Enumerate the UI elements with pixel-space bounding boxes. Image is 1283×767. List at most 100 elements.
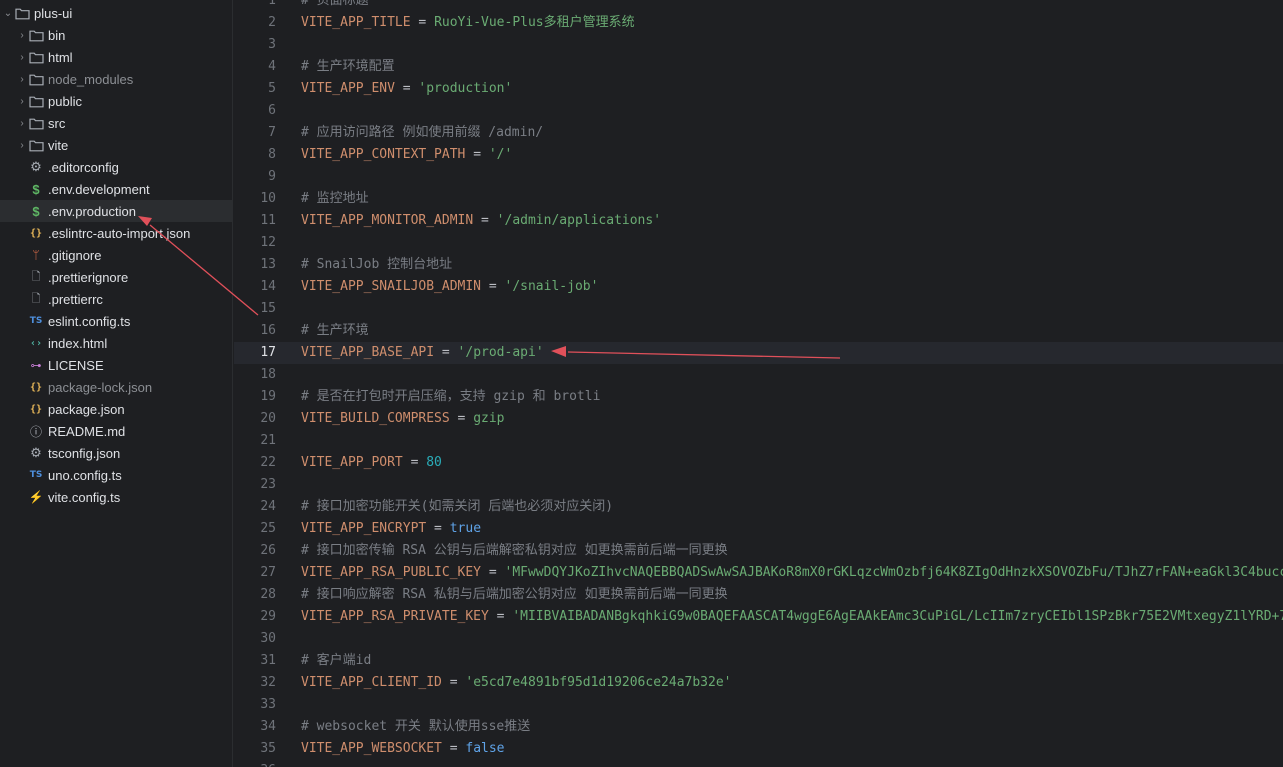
tree-item-src[interactable]: › src	[0, 112, 232, 134]
tree-item-prettierignore[interactable]: 🗋 .prettierignore	[0, 266, 232, 288]
env-key: VITE_APP_BASE_API	[301, 345, 435, 360]
code-line[interactable]: 2 VITE_APP_TITLE = RuoYi-Vue-Plus多租户管理系统	[234, 12, 1283, 34]
tree-item-editorconfig[interactable]: ⚙ .editorconfig	[0, 156, 232, 178]
code-line[interactable]: 30	[234, 628, 1283, 650]
code-line[interactable]: 34 # websocket 开关 默认使用sse推送	[234, 716, 1283, 738]
code-line[interactable]: 36	[234, 760, 1283, 767]
code-text: VITE_APP_CLIENT_ID = 'e5cd7e4891bf95d1d1…	[301, 672, 731, 694]
tree-item-eslintrc-auto-import-json[interactable]: {} .eslintrc-auto-import.json	[0, 222, 232, 244]
code-line[interactable]: 18	[234, 364, 1283, 386]
line-number: 5	[268, 81, 276, 96]
env-value: gzip	[473, 411, 505, 426]
tree-item-eslint-config-ts[interactable]: TS eslint.config.ts	[0, 310, 232, 332]
code-line[interactable]: 6	[234, 100, 1283, 122]
code-line[interactable]: 20 VITE_BUILD_COMPRESS = gzip	[234, 408, 1283, 430]
code-text: # 接口响应解密 RSA 私钥与后端加密公钥对应 如更换需前后端一同更换	[301, 584, 728, 606]
line-number: 30	[260, 631, 276, 646]
chevron-right-icon[interactable]: ›	[16, 74, 28, 85]
tree-item-uno-config-ts[interactable]: TS uno.config.ts	[0, 464, 232, 486]
code-line[interactable]: 8 VITE_APP_CONTEXT_PATH = '/'	[234, 144, 1283, 166]
code-line[interactable]: 24 # 接口加密功能开关(如需关闭 后端也必须对应关闭)	[234, 496, 1283, 518]
code-editor[interactable]: 1 # 页面标题 2 VITE_APP_TITLE = RuoYi-Vue-Plus多…	[234, 0, 1283, 767]
line-number: 29	[260, 609, 276, 624]
code-line[interactable]: 16 # 生产环境	[234, 320, 1283, 342]
line-number: 6	[268, 103, 276, 118]
code-line[interactable]: 10 # 监控地址	[234, 188, 1283, 210]
tree-item-prettierrc[interactable]: 🗋 .prettierrc	[0, 288, 232, 310]
tree-item-label: package.json	[48, 401, 125, 417]
env-key: VITE_APP_ENV	[301, 81, 395, 96]
env-key: VITE_APP_WEBSOCKET	[301, 741, 442, 756]
code-text: VITE_BUILD_COMPRESS = gzip	[301, 408, 505, 430]
code-line[interactable]: 28 # 接口响应解密 RSA 私钥与后端加密公钥对应 如更换需前后端一同更换	[234, 584, 1283, 606]
tree-item-env-production[interactable]: $ .env.production	[0, 200, 232, 222]
code-comment: # 应用访问路径 例如使用前缀 /admin/	[301, 125, 544, 140]
code-line[interactable]: 11 VITE_APP_MONITOR_ADMIN = '/admin/appli…	[234, 210, 1283, 232]
chevron-right-icon[interactable]: ›	[16, 30, 28, 41]
code-line[interactable]: 25 VITE_APP_ENCRYPT = true	[234, 518, 1283, 540]
code-line[interactable]: 29 VITE_APP_RSA_PRIVATE_KEY = 'MIIBVAIBAD…	[234, 606, 1283, 628]
tree-item-env-development[interactable]: $ .env.development	[0, 178, 232, 200]
tree-item-package-json[interactable]: {} package.json	[0, 398, 232, 420]
code-line[interactable]: 9	[234, 166, 1283, 188]
env-value: '/prod-api'	[457, 345, 544, 360]
line-number: 25	[260, 521, 276, 536]
tree-item-public[interactable]: › public	[0, 90, 232, 112]
code-line[interactable]: 21	[234, 430, 1283, 452]
tree-item-readme-md[interactable]: ⓘ README.md	[0, 420, 232, 442]
code-line[interactable]: 3	[234, 34, 1283, 56]
html-icon: ‹›	[29, 337, 43, 349]
code-line[interactable]: 27 VITE_APP_RSA_PUBLIC_KEY = 'MFwwDQYJKoZ…	[234, 562, 1283, 584]
tree-item-html[interactable]: › html	[0, 46, 232, 68]
chevron-down-icon[interactable]: ⌄	[2, 8, 14, 19]
code-text: VITE_APP_CONTEXT_PATH = '/'	[301, 144, 512, 166]
code-line[interactable]: 23	[234, 474, 1283, 496]
chevron-right-icon[interactable]: ›	[16, 96, 28, 107]
equals-sign: =	[402, 455, 427, 470]
code-line[interactable]: 22 VITE_APP_PORT = 80	[234, 452, 1283, 474]
code-line[interactable]: 32 VITE_APP_CLIENT_ID = 'e5cd7e4891bf95d1…	[234, 672, 1283, 694]
line-number: 26	[260, 543, 276, 558]
code-line[interactable]: 13 # SnailJob 控制台地址	[234, 254, 1283, 276]
env-key: VITE_APP_MONITOR_ADMIN	[301, 213, 474, 228]
code-line[interactable]: 35 VITE_APP_WEBSOCKET = false	[234, 738, 1283, 760]
chevron-right-icon[interactable]: ›	[16, 140, 28, 151]
tree-item-vite-config-ts[interactable]: ⚡ vite.config.ts	[0, 486, 232, 508]
equals-sign: =	[473, 213, 497, 228]
line-number: 2	[268, 15, 276, 30]
tree-item-vite[interactable]: › vite	[0, 134, 232, 156]
line-number: 13	[260, 257, 276, 272]
tree-item-package-lock-json[interactable]: {} package-lock.json	[0, 376, 232, 398]
tree-item-gitignore[interactable]: ᛘ .gitignore	[0, 244, 232, 266]
chevron-right-icon[interactable]: ›	[16, 52, 28, 63]
tree-item-label: node_modules	[48, 71, 134, 87]
code-line[interactable]: 12	[234, 232, 1283, 254]
line-number: 36	[234, 760, 276, 767]
code-line[interactable]: 15	[234, 298, 1283, 320]
tree-item-tsconfig-json[interactable]: ⚙ tsconfig.json	[0, 442, 232, 464]
code-line[interactable]: 33	[234, 694, 1283, 716]
code-line[interactable]: 19 # 是否在打包时开启压缩，支持 gzip 和 brotli	[234, 386, 1283, 408]
code-text: VITE_APP_SNAILJOB_ADMIN = '/snail-job'	[301, 276, 598, 298]
tree-item-bin[interactable]: › bin	[0, 24, 232, 46]
code-line[interactable]: 4 # 生产环境配置	[234, 56, 1283, 78]
code-line[interactable]: 5 VITE_APP_ENV = 'production'	[234, 78, 1283, 100]
code-line[interactable]: 14 VITE_APP_SNAILJOB_ADMIN = '/snail-job'	[234, 276, 1283, 298]
code-line[interactable]: 7 # 应用访问路径 例如使用前缀 /admin/	[234, 122, 1283, 144]
line-number: 34	[260, 719, 276, 734]
code-comment: # 生产环境	[301, 323, 369, 338]
tree-root-plus-ui[interactable]: ⌄ plus-ui	[0, 2, 232, 24]
code-line[interactable]: 17 VITE_APP_BASE_API = '/prod-api'	[234, 342, 1283, 364]
code-line[interactable]: 31 # 客户端id	[234, 650, 1283, 672]
code-text: VITE_APP_ENCRYPT = true	[301, 518, 481, 540]
tree-item-license[interactable]: ⊶ LICENSE	[0, 354, 232, 376]
code-line[interactable]: 1 # 页面标题	[234, 0, 1283, 12]
code-comment: # 是否在打包时开启压缩，支持 gzip 和 brotli	[301, 389, 601, 404]
folder-icon	[14, 5, 30, 21]
tree-item-node-modules[interactable]: › node_modules	[0, 68, 232, 90]
tree-item-label: index.html	[48, 335, 108, 351]
code-line[interactable]: 26 # 接口加密传输 RSA 公钥与后端解密私钥对应 如更换需前后端一同更换	[234, 540, 1283, 562]
tree-item-index-html[interactable]: ‹› index.html	[0, 332, 232, 354]
chevron-right-icon[interactable]: ›	[16, 118, 28, 129]
code-comment: # 生产环境配置	[301, 59, 395, 74]
